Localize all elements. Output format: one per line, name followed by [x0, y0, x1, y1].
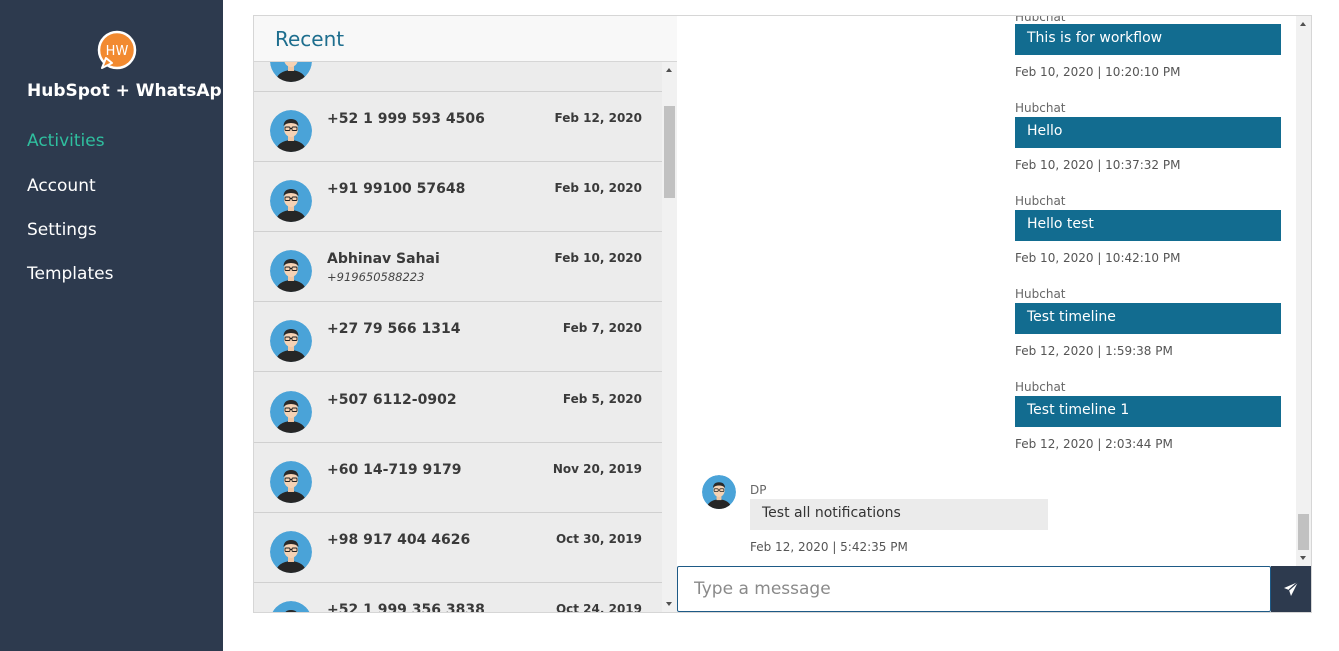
contact-name: +52 1 999 356 3838: [327, 602, 485, 612]
recent-header: Recent: [254, 16, 677, 62]
chat-panel: Hubchat This is for workflow Feb 10, 202…: [677, 16, 1311, 612]
message-timestamp: Feb 10, 2020 | 10:20:10 PM: [1015, 65, 1181, 79]
contact-item[interactable]: +52 1 999 593 4506 Feb 12, 2020: [254, 92, 662, 162]
contact-date: Feb 5, 2020: [562, 392, 642, 406]
nav-templates[interactable]: Templates: [27, 264, 113, 284]
contact-item[interactable]: Abhinav Sahai +919650588223 Feb 10, 2020: [254, 232, 662, 302]
scrollbar-thumb[interactable]: [664, 106, 675, 198]
hubspot-whatsapp-logo: HW: [97, 30, 137, 70]
send-button[interactable]: [1271, 566, 1311, 612]
avatar-icon: [270, 461, 312, 503]
recent-panel: Recent +52 1 999 593 4506 Feb 12, 2020 +…: [254, 16, 677, 612]
avatar-icon: [270, 391, 312, 433]
outgoing-message: Hello: [1015, 117, 1281, 148]
outgoing-message: This is for workflow: [1015, 24, 1281, 55]
avatar-icon: [270, 601, 312, 612]
nav-activities[interactable]: Activities: [27, 131, 105, 151]
message-sender: Hubchat: [1015, 194, 1066, 208]
contact-phone: +919650588223: [327, 270, 425, 284]
message-sender: Hubchat: [1015, 380, 1066, 394]
nav-settings[interactable]: Settings: [27, 220, 97, 240]
message-list[interactable]: Hubchat This is for workflow Feb 10, 202…: [677, 16, 1296, 566]
contact-date: Nov 20, 2019: [552, 462, 642, 476]
outgoing-message: Test timeline: [1015, 303, 1281, 334]
contact-item[interactable]: +91 99100 57648 Feb 10, 2020: [254, 162, 662, 232]
contact-name: +98 917 404 4626: [327, 532, 471, 548]
paper-plane-icon: [1284, 581, 1299, 596]
recent-title: Recent: [275, 27, 345, 51]
brand-name: HubSpot + WhatsApp: [27, 81, 234, 101]
contact-name: +60 14-719 9179: [327, 462, 462, 478]
outgoing-message: Hello test: [1015, 210, 1281, 241]
message-timestamp: Feb 12, 2020 | 1:59:38 PM: [1015, 344, 1173, 358]
message-timestamp: Feb 12, 2020 | 5:42:35 PM: [750, 540, 908, 554]
scroll-down-arrow-icon[interactable]: [666, 602, 672, 606]
contact-item[interactable]: +60 14-719 9179 Nov 20, 2019: [254, 443, 662, 513]
contact-date: Feb 10, 2020: [554, 251, 642, 265]
main-frame: Recent +52 1 999 593 4506 Feb 12, 2020 +…: [253, 15, 1312, 613]
scroll-up-arrow-icon[interactable]: [1300, 22, 1306, 26]
contact-item[interactable]: +27 79 566 1314 Feb 7, 2020: [254, 302, 662, 372]
avatar-icon: [270, 531, 312, 573]
contact-item[interactable]: +98 917 404 4626 Oct 30, 2019: [254, 513, 662, 583]
avatar-icon: [702, 475, 736, 509]
scroll-down-arrow-icon[interactable]: [1300, 556, 1306, 560]
contact-list[interactable]: +52 1 999 593 4506 Feb 12, 2020 +91 9910…: [254, 62, 662, 612]
outgoing-message: Test timeline 1: [1015, 396, 1281, 427]
contact-name: Abhinav Sahai: [327, 251, 440, 267]
message-list-scrollbar[interactable]: [1296, 16, 1311, 566]
avatar-icon: [270, 320, 312, 362]
contact-date: Feb 12, 2020: [554, 111, 642, 125]
message-sender: Hubchat: [1015, 16, 1066, 24]
contact-date: Oct 30, 2019: [555, 532, 642, 546]
message-sender: DP: [750, 483, 767, 497]
avatar-icon: [270, 250, 312, 292]
contact-name: +507 6112-0902: [327, 392, 457, 408]
contact-name: +27 79 566 1314: [327, 321, 461, 337]
contact-item[interactable]: +507 6112-0902 Feb 5, 2020: [254, 373, 662, 443]
message-sender: Hubchat: [1015, 287, 1066, 301]
nav-account[interactable]: Account: [27, 176, 96, 196]
avatar-icon: [270, 62, 312, 82]
sidebar: HW HubSpot + WhatsApp Activities Account…: [0, 0, 234, 651]
message-input[interactable]: [677, 566, 1271, 612]
message-sender: Hubchat: [1015, 101, 1066, 115]
contact-item[interactable]: +52 1 999 356 3838 Oct 24, 2019: [254, 583, 662, 612]
message-timestamp: Feb 10, 2020 | 10:42:10 PM: [1015, 251, 1181, 265]
message-composer: [677, 566, 1311, 612]
message-timestamp: Feb 12, 2020 | 2:03:44 PM: [1015, 437, 1173, 451]
message-timestamp: Feb 10, 2020 | 10:37:32 PM: [1015, 158, 1181, 172]
incoming-message: Test all notifications: [750, 499, 1048, 530]
contact-date: Feb 10, 2020: [554, 181, 642, 195]
contact-name: +91 99100 57648: [327, 181, 466, 197]
contact-date: Feb 7, 2020: [562, 321, 642, 335]
scroll-up-arrow-icon[interactable]: [666, 68, 672, 72]
avatar-icon: [270, 180, 312, 222]
contact-item-partial[interactable]: [254, 62, 662, 92]
svg-text:HW: HW: [106, 44, 129, 59]
contact-name: +52 1 999 593 4506: [327, 111, 485, 127]
avatar-icon: [270, 110, 312, 152]
contact-date: Oct 24, 2019: [555, 602, 642, 612]
contact-list-scrollbar[interactable]: [662, 62, 677, 612]
scrollbar-thumb[interactable]: [1298, 514, 1309, 550]
